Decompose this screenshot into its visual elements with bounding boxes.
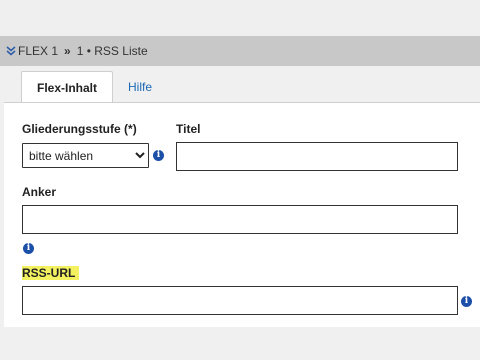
outline-level-info-icon[interactable]: i bbox=[153, 150, 164, 161]
outline-level-label: Gliederungsstufe (*) bbox=[22, 122, 137, 136]
rss-url-label-text: RSS-URL bbox=[22, 266, 80, 280]
anchor-input[interactable] bbox=[22, 205, 458, 234]
required-mark: (*) bbox=[124, 122, 137, 136]
breadcrumb-section: FLEX 1 bbox=[18, 44, 59, 58]
anchor-info-icon[interactable]: i bbox=[23, 243, 34, 254]
rss-url-label: RSS-URL bbox=[22, 266, 80, 280]
breadcrumb: FLEX 1 » 1 • RSS Liste bbox=[0, 36, 480, 66]
outline-level-select[interactable]: bitte wählen bbox=[22, 143, 149, 168]
title-label: Titel bbox=[176, 122, 201, 136]
anchor-label: Anker bbox=[22, 185, 57, 199]
tab-bar: Flex-Inhalt Hilfe bbox=[21, 71, 167, 103]
breadcrumb-item: 1 • RSS Liste bbox=[76, 44, 148, 58]
rss-url-info-icon[interactable]: i bbox=[461, 296, 472, 307]
double-chevron-down-icon[interactable] bbox=[6, 46, 16, 56]
rss-url-input[interactable] bbox=[22, 286, 458, 315]
tab-flex-inhalt[interactable]: Flex-Inhalt bbox=[21, 71, 114, 103]
top-spacer bbox=[0, 0, 480, 36]
tab-hilfe[interactable]: Hilfe bbox=[113, 71, 167, 103]
outline-level-label-text: Gliederungsstufe bbox=[22, 122, 121, 136]
breadcrumb-separator: » bbox=[64, 44, 71, 58]
title-input[interactable] bbox=[176, 142, 458, 171]
